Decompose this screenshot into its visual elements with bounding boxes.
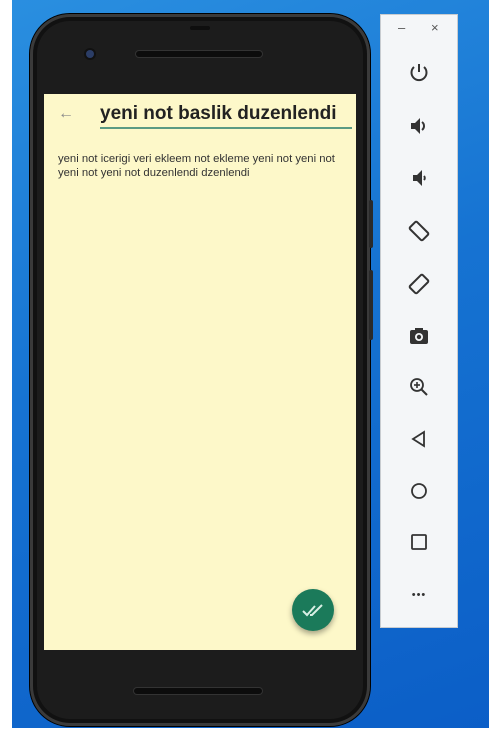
close-button[interactable]: × xyxy=(431,21,439,35)
phone-top-speaker xyxy=(136,51,262,57)
camera-icon[interactable] xyxy=(403,320,435,352)
check-icon xyxy=(302,604,323,617)
back-icon[interactable] xyxy=(403,423,435,455)
volume-down-icon[interactable] xyxy=(403,162,435,194)
volume-up-icon[interactable] xyxy=(403,110,435,142)
app-screen: ← yeni not baslik duzenlendi yeni not ic… xyxy=(44,94,356,650)
power-icon[interactable] xyxy=(403,57,435,89)
phone-bottom-speaker xyxy=(134,688,262,694)
back-arrow-icon[interactable]: ← xyxy=(58,106,74,122)
desktop-edge xyxy=(0,0,12,733)
note-body-input[interactable]: yeni not icerigi veri ekleem not ekleme … xyxy=(58,152,348,180)
zoom-icon[interactable] xyxy=(403,371,435,403)
phone-volume-key xyxy=(369,270,373,340)
save-fab-button[interactable] xyxy=(292,589,334,631)
overview-icon[interactable] xyxy=(403,526,435,558)
desktop-edge-bottom xyxy=(0,728,489,733)
phone-top-notch xyxy=(190,26,210,30)
front-camera-icon xyxy=(86,50,94,58)
more-icon[interactable]: ••• xyxy=(403,579,435,611)
phone-frame: ← yeni not baslik duzenlendi yeni not ic… xyxy=(30,14,370,726)
rotate-left-icon[interactable] xyxy=(403,215,435,247)
note-title-input[interactable]: yeni not baslik duzenlendi xyxy=(100,101,352,129)
phone-power-key xyxy=(369,200,373,248)
home-icon[interactable] xyxy=(403,475,435,507)
emulator-toolbar: – × ••• xyxy=(380,14,458,628)
rotate-right-icon[interactable] xyxy=(403,268,435,300)
minimize-button[interactable]: – xyxy=(398,21,405,35)
